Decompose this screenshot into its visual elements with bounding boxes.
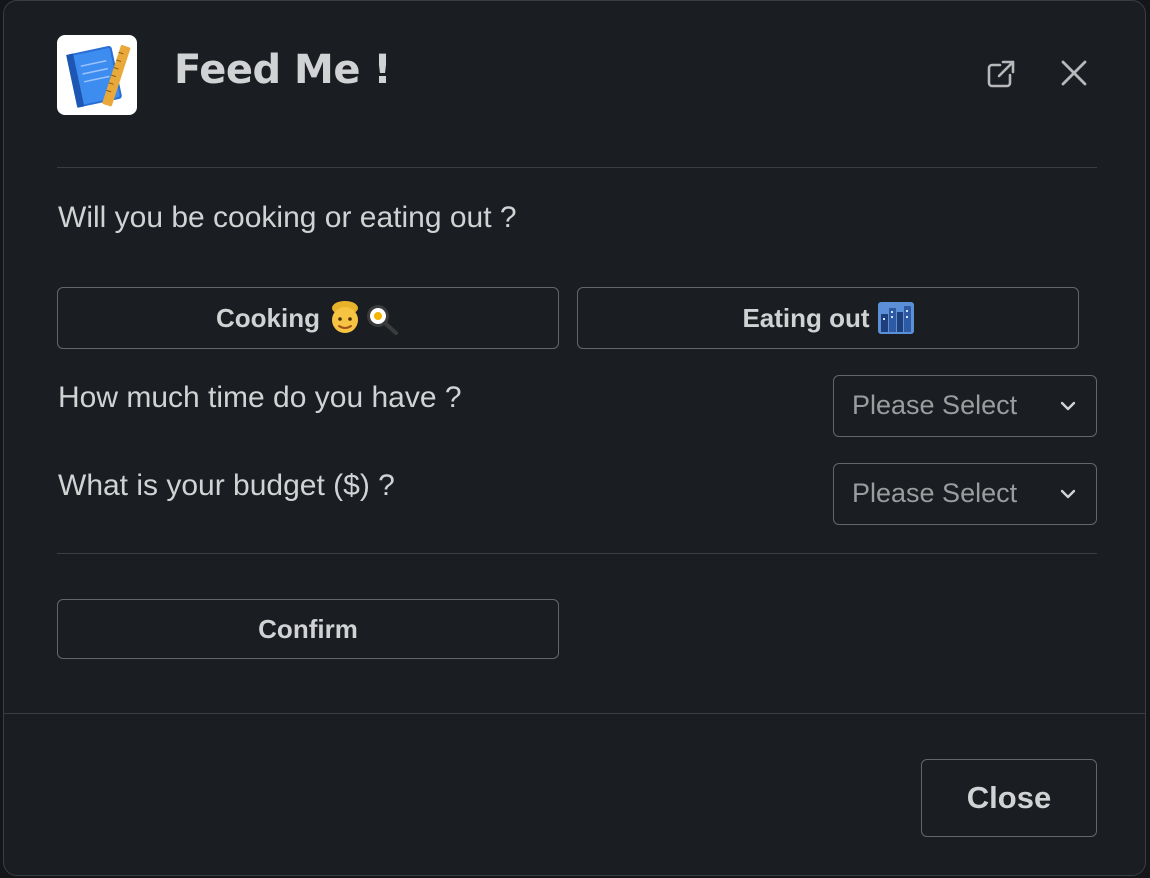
external-link-icon <box>987 60 1015 88</box>
close-dialog-button[interactable] <box>1054 55 1094 95</box>
confirm-button[interactable]: Confirm <box>57 599 559 659</box>
budget-select[interactable]: Please Select <box>833 463 1097 525</box>
notebook-ruler-icon <box>57 35 137 115</box>
modal-dialog: Feed Me ! Will you be cooking or eating … <box>3 0 1146 876</box>
time-select[interactable]: Please Select <box>833 375 1097 437</box>
open-external-button[interactable] <box>980 55 1020 95</box>
budget-select-value: Please Select <box>852 478 1018 508</box>
time-select-value: Please Select <box>852 390 1018 420</box>
cooking-button[interactable]: Cooking <box>57 287 559 349</box>
cooking-button-label: Cooking <box>216 302 320 333</box>
close-button-label: Close <box>966 780 1052 815</box>
footer-divider <box>4 713 1145 714</box>
close-button[interactable]: Close <box>921 759 1097 837</box>
chevron-down-icon <box>1060 489 1076 499</box>
close-icon <box>1061 60 1087 86</box>
cityscape-emoji <box>877 302 914 334</box>
modal-title: Feed Me ! <box>174 47 392 93</box>
form-divider <box>57 553 1097 554</box>
man-and-frying-pan-emoji <box>328 300 400 336</box>
question-budget-label: What is your budget ($) ? <box>58 469 395 502</box>
header-divider <box>57 167 1097 168</box>
question-mode-label: Will you be cooking or eating out ? <box>58 201 517 234</box>
eating-out-button[interactable]: Eating out <box>577 287 1079 349</box>
chevron-down-icon <box>1060 401 1076 411</box>
eating-out-button-label: Eating out <box>742 302 870 333</box>
question-time-label: How much time do you have ? <box>58 381 462 414</box>
confirm-button-label: Confirm <box>258 613 358 644</box>
